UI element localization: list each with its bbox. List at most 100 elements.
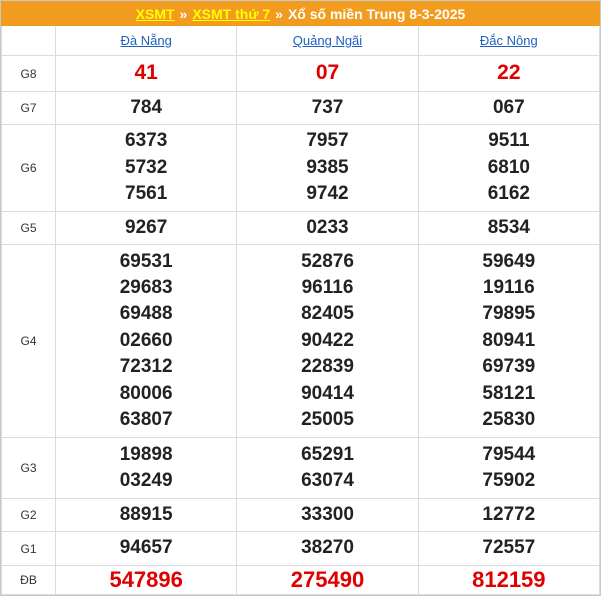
province-cell: Quảng Ngãi [236, 26, 419, 56]
prize-label: G6 [1, 124, 56, 212]
prize-cell: 72557 [417, 531, 601, 566]
prize-number: 19898 [119, 443, 173, 465]
prize-cell: 69531 29683 69488 02660 72312 80006 6380… [54, 244, 238, 438]
prize-row-g8: G8 41 07 22 [1, 55, 601, 92]
page-title: Xổ số miền Trung 8-3-2025 [287, 5, 466, 22]
prize-cell: 812159 [417, 565, 601, 595]
prize-number: 9267 [125, 216, 168, 238]
prize-number: 90414 [301, 382, 354, 404]
prize-label: G8 [1, 55, 56, 92]
prize-number: 41 [134, 61, 158, 85]
prize-number: 82405 [301, 303, 354, 325]
prize-number: 02660 [119, 329, 173, 351]
prize-cell: 547896 [54, 565, 238, 595]
prize-number: 6810 [487, 156, 530, 178]
prize-row-g2: G2 88915 33300 12772 [1, 498, 601, 532]
prize-number: 7957 [306, 130, 349, 152]
prize-number: 58121 [482, 382, 536, 404]
prize-number: 8534 [487, 216, 530, 238]
breadcrumb-separator: » [275, 5, 283, 22]
prize-number: 72557 [482, 537, 536, 559]
breadcrumb: XSMT » XSMT thứ 7 » Xổ số miền Trung 8-3… [1, 1, 600, 26]
prize-number: 69531 [119, 250, 173, 272]
prize-number: 59649 [482, 250, 536, 272]
prize-number: 75902 [482, 470, 536, 491]
breadcrumb-xsmt-thu7-link[interactable]: XSMT thứ 7 [192, 6, 270, 22]
prize-number: 90422 [301, 329, 354, 351]
prize-number: 80941 [482, 329, 536, 351]
province-link-dac-nong[interactable]: Đắc Nông [480, 33, 538, 48]
prize-cell: 9511 6810 6162 [417, 124, 601, 212]
prize-cell: 38270 [236, 531, 419, 566]
prize-cell: 59649 19116 79895 80941 69739 58121 2583… [417, 244, 601, 438]
prize-cell: 8534 [417, 211, 601, 245]
prize-number: 25830 [482, 409, 536, 431]
prize-cell: 07 [236, 55, 419, 92]
province-link-quang-ngai[interactable]: Quảng Ngãi [293, 33, 362, 48]
prize-cell: 79544 75902 [417, 437, 601, 499]
prize-cell: 94657 [54, 531, 238, 566]
prize-cell: 784 [54, 91, 238, 125]
province-header-row: Đà Nẵng Quảng Ngãi Đắc Nông [1, 26, 601, 56]
prize-cell: 6373 5732 7561 [54, 124, 238, 212]
prize-cell: 0233 [236, 211, 419, 245]
prize-cell: 067 [417, 91, 601, 125]
prize-number: 52876 [301, 250, 354, 272]
prize-number: 69739 [482, 356, 536, 378]
prize-cell: 737 [236, 91, 419, 125]
prize-cell: 19898 03249 [54, 437, 238, 499]
prize-number: 9385 [306, 156, 349, 178]
prize-number: 6373 [125, 130, 168, 152]
breadcrumb-xsmt-link[interactable]: XSMT [136, 6, 175, 22]
prize-number: 79895 [482, 303, 536, 325]
prize-number: 737 [311, 96, 344, 118]
prize-number: 63074 [301, 470, 354, 491]
prize-number: 7561 [125, 183, 168, 205]
province-link-da-nang[interactable]: Đà Nẵng [121, 33, 172, 48]
prize-cell: 88915 [54, 498, 238, 532]
prize-number: 79544 [482, 443, 536, 465]
prize-label: ĐB [1, 565, 56, 595]
special-prize-number: 275490 [290, 566, 365, 592]
prize-row-g6: G6 6373 5732 7561 7957 9385 9742 9511 68… [1, 124, 601, 212]
special-prize-number: 812159 [472, 566, 546, 592]
prize-number: 067 [492, 96, 525, 118]
prize-number: 03249 [119, 470, 173, 491]
prize-row-g3: G3 19898 03249 65291 63074 79544 75902 [1, 437, 601, 499]
prize-cell: 12772 [417, 498, 601, 532]
prize-cell: 22 [417, 55, 601, 92]
prize-number: 784 [130, 96, 163, 118]
prize-number: 94657 [119, 537, 173, 559]
prize-row-g7: G7 784 737 067 [1, 91, 601, 125]
results-container: XSMT » XSMT thứ 7 » Xổ số miền Trung 8-3… [0, 0, 601, 596]
prize-row-g5: G5 9267 0233 8534 [1, 211, 601, 245]
prize-number: 9511 [488, 130, 530, 152]
special-prize-number: 547896 [109, 566, 183, 592]
prize-cell: 9267 [54, 211, 238, 245]
prize-number: 38270 [301, 537, 354, 559]
corner-cell [1, 26, 56, 56]
prize-row-g4: G4 69531 29683 69488 02660 72312 80006 6… [1, 244, 601, 438]
prize-label: G7 [1, 91, 56, 125]
prize-number: 69488 [119, 303, 173, 325]
prize-number: 96116 [301, 276, 354, 298]
prize-cell: 33300 [236, 498, 419, 532]
province-cell: Đà Nẵng [54, 26, 238, 56]
prize-label: G3 [1, 437, 56, 499]
prize-number: 9742 [306, 183, 349, 205]
prize-number: 6162 [487, 183, 530, 205]
prize-number: 80006 [119, 382, 173, 404]
prize-number: 0233 [306, 216, 349, 238]
prize-label: G5 [1, 211, 56, 245]
prize-number: 29683 [119, 276, 173, 298]
prize-cell: 52876 96116 82405 90422 22839 90414 2500… [236, 244, 419, 438]
prize-number: 5732 [125, 156, 168, 178]
prize-label: G2 [1, 498, 56, 532]
prize-number: 22 [497, 61, 521, 85]
prize-number: 63807 [119, 409, 173, 431]
prize-label: G4 [1, 244, 56, 438]
prize-number: 65291 [301, 443, 354, 465]
prize-number: 12772 [482, 503, 536, 525]
prize-number: 72312 [119, 356, 173, 378]
prize-row-g1: G1 94657 38270 72557 [1, 531, 601, 566]
